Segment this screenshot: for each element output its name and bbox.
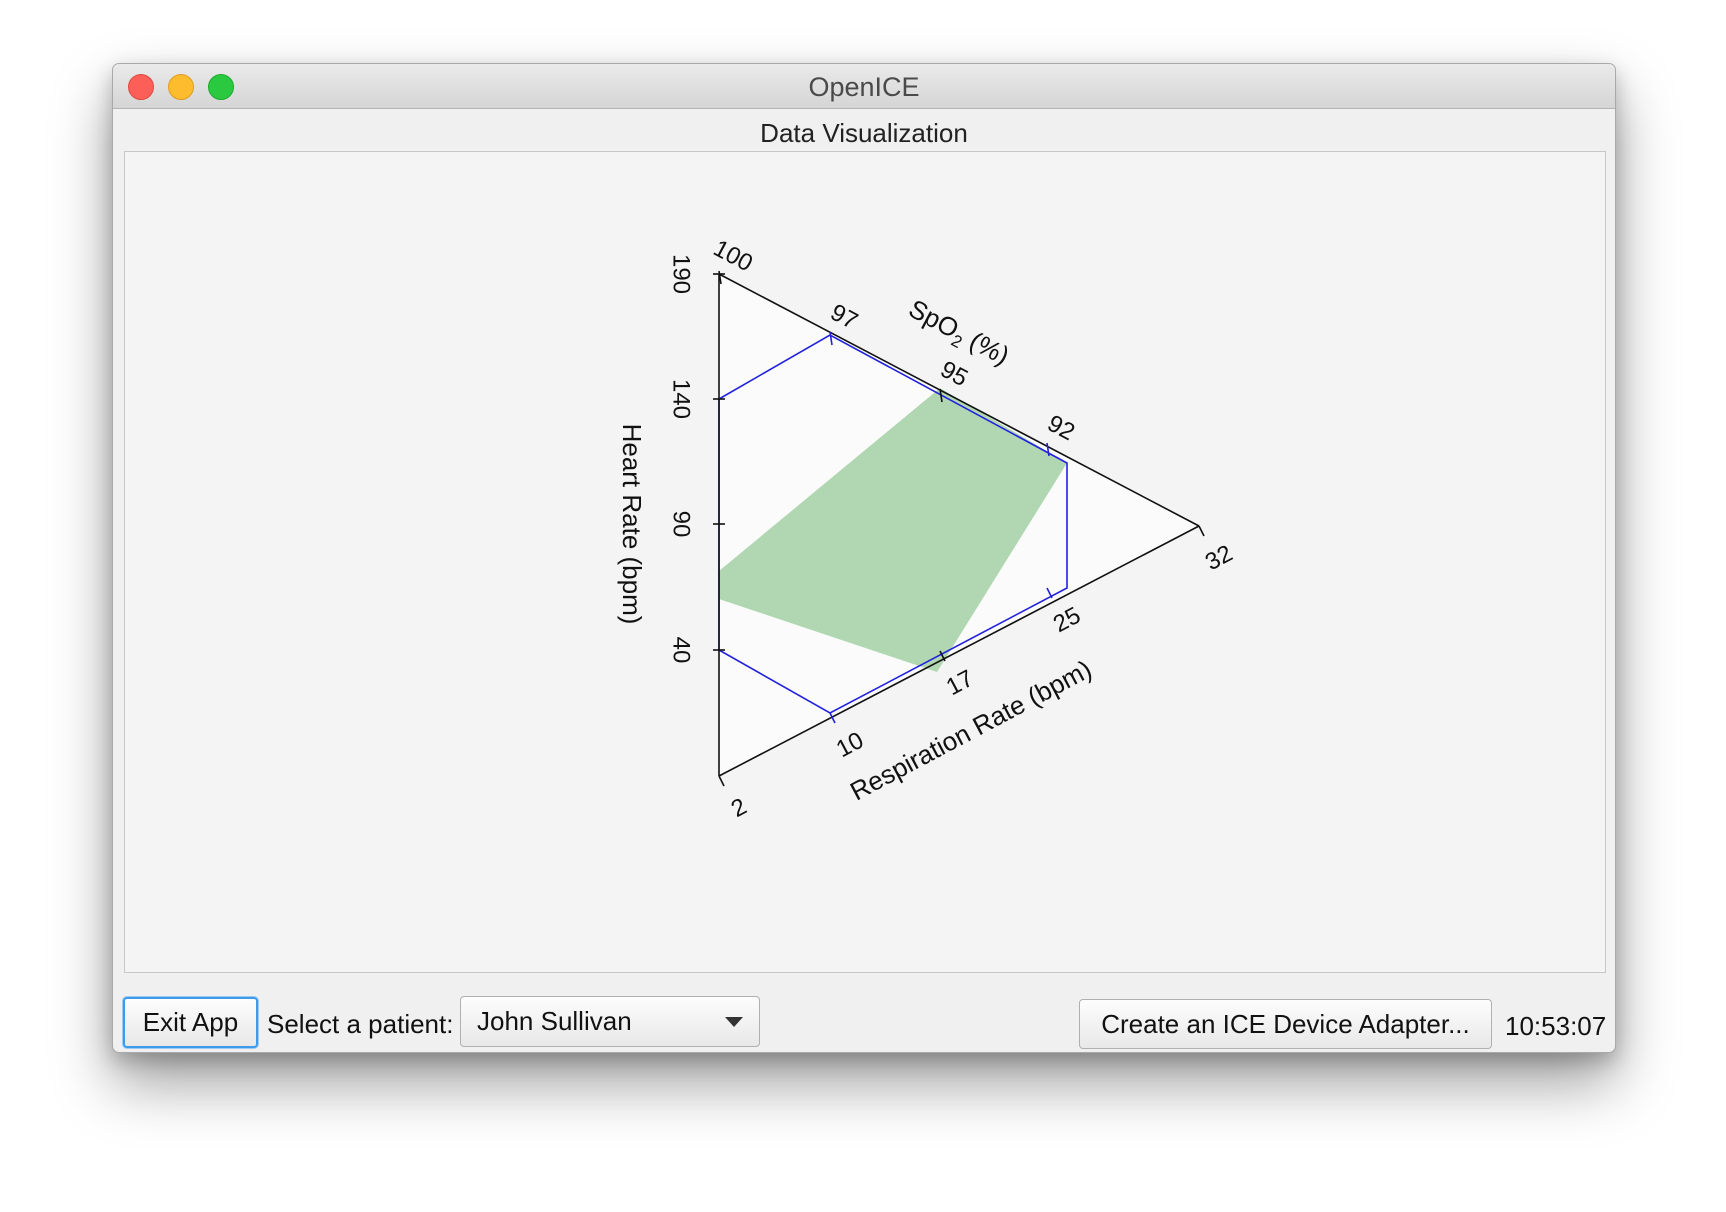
patient-select-label: Select a patient: bbox=[267, 1009, 454, 1039]
rr-tick-label: 32 bbox=[1201, 540, 1237, 576]
chart-svg: 190 140 90 40 100 97 95 92 2 10 17 25 32 Heart Rate … bbox=[617, 235, 1237, 823]
spo2-tick-label: 92 bbox=[1043, 410, 1079, 446]
rr-tick-label: 25 bbox=[1049, 602, 1085, 638]
hr-tick-label: 40 bbox=[668, 637, 695, 664]
spo2-tick-label: 95 bbox=[936, 356, 972, 392]
rr-tick-mark bbox=[718, 775, 725, 787]
bottom-toolbar: Exit App Select a patient: John Sullivan… bbox=[113, 982, 1615, 1052]
title-bar[interactable]: OpenICE bbox=[113, 64, 1615, 109]
spo2-tick-label: 100 bbox=[709, 235, 757, 278]
rr-tick-label: 2 bbox=[727, 793, 751, 823]
hr-tick-label: 140 bbox=[668, 379, 695, 419]
hr-axis-title: Heart Rate (bpm) bbox=[617, 424, 647, 625]
hr-tick-label: 90 bbox=[668, 511, 695, 538]
hr-tick-label: 190 bbox=[668, 254, 695, 294]
app-window: OpenICE Data Visualization 190 140 90 40 100… bbox=[112, 63, 1616, 1053]
exit-app-button[interactable]: Exit App bbox=[123, 997, 258, 1048]
patient-select-dropdown[interactable]: John Sullivan bbox=[460, 996, 760, 1047]
data-visualization-chart: 190 140 90 40 100 97 95 92 2 10 17 25 32 Heart Rate … bbox=[124, 151, 1606, 973]
rr-tick-label: 17 bbox=[942, 665, 978, 701]
window-title: OpenICE bbox=[808, 72, 920, 102]
clock-display: 10:53:07 bbox=[1505, 1011, 1607, 1041]
chevron-down-icon bbox=[725, 1017, 743, 1027]
rr-tick-label: 10 bbox=[832, 727, 868, 763]
rr-tick-mark bbox=[1198, 525, 1205, 537]
panel-title: Data Visualization bbox=[760, 118, 968, 148]
create-device-adapter-button[interactable]: Create an ICE Device Adapter... bbox=[1079, 999, 1492, 1049]
spo2-tick-label: 97 bbox=[826, 299, 862, 335]
patient-select-value: John Sullivan bbox=[477, 1006, 632, 1036]
